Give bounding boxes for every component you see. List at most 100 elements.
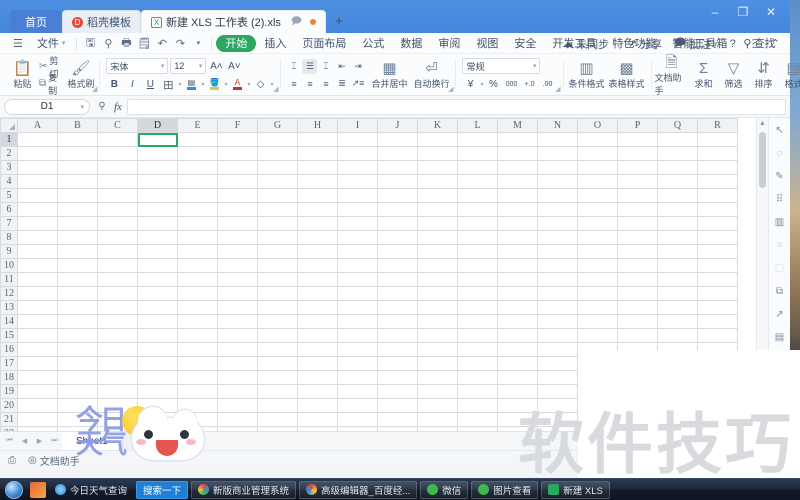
cell-D14[interactable] [137, 314, 178, 329]
cell-J11[interactable] [377, 272, 418, 287]
cell-G17[interactable] [257, 356, 298, 371]
increase-font-size-button[interactable]: A˄ [208, 58, 224, 74]
inbox-icon[interactable]: ▤ [772, 329, 788, 345]
column-header-J[interactable]: J [377, 118, 418, 133]
cell-H3[interactable] [297, 160, 338, 175]
cell-I6[interactable] [337, 202, 378, 217]
cell-F2[interactable] [217, 146, 258, 161]
justify-button[interactable]: ≣ [334, 76, 349, 91]
cell-D1[interactable] [137, 132, 178, 147]
cell-Q5[interactable] [657, 188, 698, 203]
cell-C17[interactable] [97, 356, 138, 371]
cell-B21[interactable] [57, 412, 98, 427]
cell-M18[interactable] [497, 370, 538, 385]
cell-K8[interactable] [417, 230, 458, 245]
cell-E10[interactable] [177, 258, 218, 273]
cell-M7[interactable] [497, 216, 538, 231]
tab-comment-icon[interactable]: 🗩 [291, 14, 302, 31]
sheet-nav-first[interactable]: ⏮ [2, 433, 17, 450]
cell-R2[interactable] [697, 146, 738, 161]
row-header-17[interactable]: 17 [0, 356, 18, 371]
add-sheet-button[interactable]: + [183, 432, 201, 450]
cell-D19[interactable] [137, 384, 178, 399]
cell-F8[interactable] [217, 230, 258, 245]
cell-H19[interactable] [297, 384, 338, 399]
cell-Q13[interactable] [657, 300, 698, 315]
cell-P15[interactable] [617, 328, 658, 343]
cell-R4[interactable] [697, 174, 738, 189]
cell-H8[interactable] [297, 230, 338, 245]
cell-P11[interactable] [617, 272, 658, 287]
cell-K10[interactable] [417, 258, 458, 273]
scrollbar-thumb[interactable] [759, 132, 766, 188]
cell-I1[interactable] [337, 132, 378, 147]
cell-J6[interactable] [377, 202, 418, 217]
close-button[interactable]: ✕ [758, 3, 784, 21]
align-right-button[interactable]: ≡ [318, 76, 333, 91]
cell-L17[interactable] [457, 356, 498, 371]
cell-L11[interactable] [457, 272, 498, 287]
cell-D15[interactable] [137, 328, 178, 343]
cell-P10[interactable] [617, 258, 658, 273]
cell-Q8[interactable] [657, 230, 698, 245]
cell-B7[interactable] [57, 216, 98, 231]
cell-L6[interactable] [457, 202, 498, 217]
cell-B18[interactable] [57, 370, 98, 385]
sync-status[interactable]: ☁ 未同步 ▾ [556, 36, 622, 52]
chevron-down-icon-currency[interactable]: ▾ [480, 81, 483, 88]
column-header-B[interactable]: B [57, 118, 98, 133]
column-header-A[interactable]: A [17, 118, 58, 133]
cell-B6[interactable] [57, 202, 98, 217]
minimize-button[interactable]: – [702, 3, 728, 21]
decrease-font-size-button[interactable]: A˅ [226, 58, 242, 74]
cell-G2[interactable] [257, 146, 298, 161]
cell-P4[interactable] [617, 174, 658, 189]
conditional-format-button[interactable]: ▥ 条件格式 [567, 55, 607, 95]
cell-O9[interactable] [577, 244, 618, 259]
cell-L9[interactable] [457, 244, 498, 259]
cell-I3[interactable] [337, 160, 378, 175]
cell-G14[interactable] [257, 314, 298, 329]
cell-R1[interactable] [697, 132, 738, 147]
cell-I20[interactable] [337, 398, 378, 413]
cell-H4[interactable] [297, 174, 338, 189]
taskbar-item-editor[interactable]: 高级编辑器_百度经... [299, 480, 418, 499]
row-header-1[interactable]: 1 [0, 132, 18, 147]
cell-K9[interactable] [417, 244, 458, 259]
cell-K4[interactable] [417, 174, 458, 189]
sheet-tab-sheet3[interactable]: Sheet3 [122, 432, 184, 450]
taskbar-item-picture-viewer[interactable]: 图片查看 [471, 480, 539, 499]
search-replace-icon[interactable]: ⚲ [99, 34, 117, 52]
cell-Q10[interactable] [657, 258, 698, 273]
sheet-nav-next[interactable]: ▶ [32, 433, 47, 450]
cell-G8[interactable] [257, 230, 298, 245]
cell-F16[interactable] [217, 342, 258, 357]
cell-J17[interactable] [377, 356, 418, 371]
cell-L3[interactable] [457, 160, 498, 175]
cell-P13[interactable] [617, 300, 658, 315]
quicklaunch-colorful-icon[interactable] [30, 481, 46, 498]
cell-M4[interactable] [497, 174, 538, 189]
cell-J18[interactable] [377, 370, 418, 385]
pen-icon[interactable]: ✎ [772, 168, 788, 184]
percent-style-button[interactable]: % [486, 76, 502, 92]
cell-A14[interactable] [17, 314, 58, 329]
record-macro-button[interactable]: ⎙ [8, 455, 16, 466]
cell-A15[interactable] [17, 328, 58, 343]
share-button[interactable]: ↗ 分享 [622, 36, 668, 52]
ribbon-tab-insert[interactable]: 插入 [256, 35, 294, 52]
ribbon-tab-view[interactable]: 视图 [468, 35, 506, 52]
cell-C20[interactable] [97, 398, 138, 413]
text-orientation-button[interactable]: ↗≡ [350, 76, 365, 91]
cell-F9[interactable] [217, 244, 258, 259]
cell-H10[interactable] [297, 258, 338, 273]
save-icon[interactable]: 🖫 [81, 34, 99, 52]
cell-B12[interactable] [57, 286, 98, 301]
cell-B11[interactable] [57, 272, 98, 287]
font-family-select[interactable]: 宋体 ▾ [106, 58, 169, 74]
cell-H16[interactable] [297, 342, 338, 357]
cell-G20[interactable] [257, 398, 298, 413]
cell-Q3[interactable] [657, 160, 698, 175]
cell-C6[interactable] [97, 202, 138, 217]
chevron-down-icon-fill[interactable]: ▾ [224, 81, 227, 88]
